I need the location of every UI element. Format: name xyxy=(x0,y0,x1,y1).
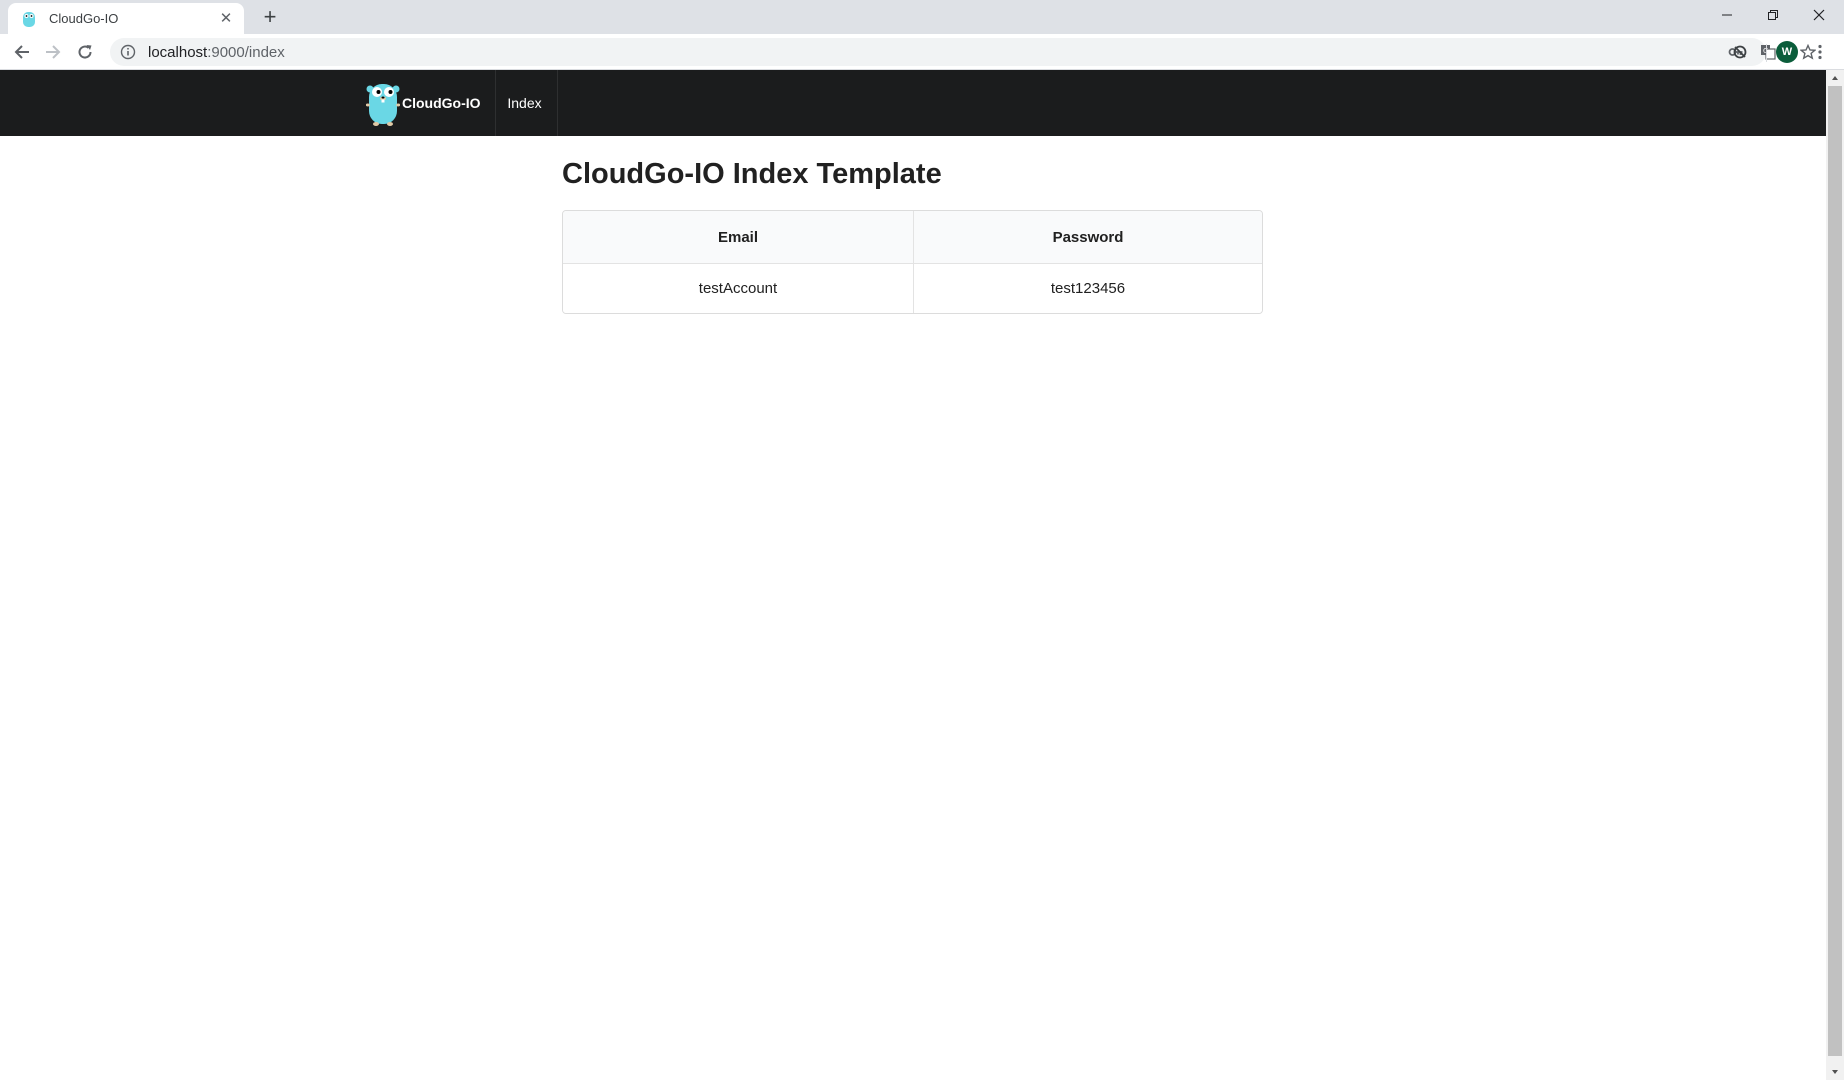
toolbar-separator xyxy=(1766,44,1767,62)
url-path: :9000/index xyxy=(207,43,285,61)
header-email: Email xyxy=(563,211,914,263)
page-scrollbar[interactable] xyxy=(1826,70,1844,1080)
restore-icon[interactable] xyxy=(1750,0,1796,30)
minimize-icon[interactable] xyxy=(1704,0,1750,30)
accounts-table: Email Password testAccount test123456 xyxy=(562,210,1263,314)
browser-tabstrip: CloudGo-IO ✕ + xyxy=(0,0,1844,34)
brand-name: CloudGo-IO xyxy=(402,95,481,111)
site-navbar: CloudGo-IO Index xyxy=(0,70,1826,136)
table-header-row: Email Password xyxy=(563,211,1262,264)
extension-sync-icon[interactable] xyxy=(1728,40,1752,64)
reload-icon[interactable] xyxy=(73,40,97,64)
page-viewport: CloudGo-IO Index CloudGo-IO Index Templa… xyxy=(0,70,1826,1080)
gopher-logo-icon xyxy=(366,84,400,126)
address-bar[interactable]: localhost:9000/index G xyxy=(110,38,1816,66)
window-close-icon[interactable] xyxy=(1796,0,1842,30)
browser-toolbar: localhost:9000/index G W xyxy=(0,34,1844,70)
new-tab-button[interactable]: + xyxy=(258,6,282,30)
cell-password: test123456 xyxy=(1050,280,1126,297)
profile-avatar[interactable]: W xyxy=(1776,41,1798,63)
kebab-menu-icon[interactable] xyxy=(1808,40,1832,64)
tab-close-icon[interactable]: ✕ xyxy=(218,10,234,27)
header-password: Password xyxy=(1052,228,1124,246)
url-text: localhost:9000/index xyxy=(148,44,285,61)
scroll-thumb[interactable] xyxy=(1828,86,1842,1056)
tab-title: CloudGo-IO xyxy=(49,11,119,26)
cell-email: testAccount xyxy=(563,264,914,313)
gopher-favicon-icon xyxy=(23,11,35,27)
table-row: testAccount test123456 xyxy=(563,264,1262,313)
scroll-up-arrow-icon[interactable] xyxy=(1826,70,1844,86)
browser-tab[interactable]: CloudGo-IO ✕ xyxy=(8,3,244,34)
page-title: CloudGo-IO Index Template xyxy=(562,158,942,190)
info-icon[interactable] xyxy=(120,44,136,60)
back-arrow-icon[interactable] xyxy=(10,40,34,64)
nav-item-index[interactable]: Index xyxy=(492,70,558,136)
scroll-down-arrow-icon[interactable] xyxy=(1826,1064,1844,1080)
url-host: localhost xyxy=(148,43,208,61)
brand-link[interactable]: CloudGo-IO xyxy=(366,70,496,136)
forward-arrow-icon[interactable] xyxy=(41,40,65,64)
